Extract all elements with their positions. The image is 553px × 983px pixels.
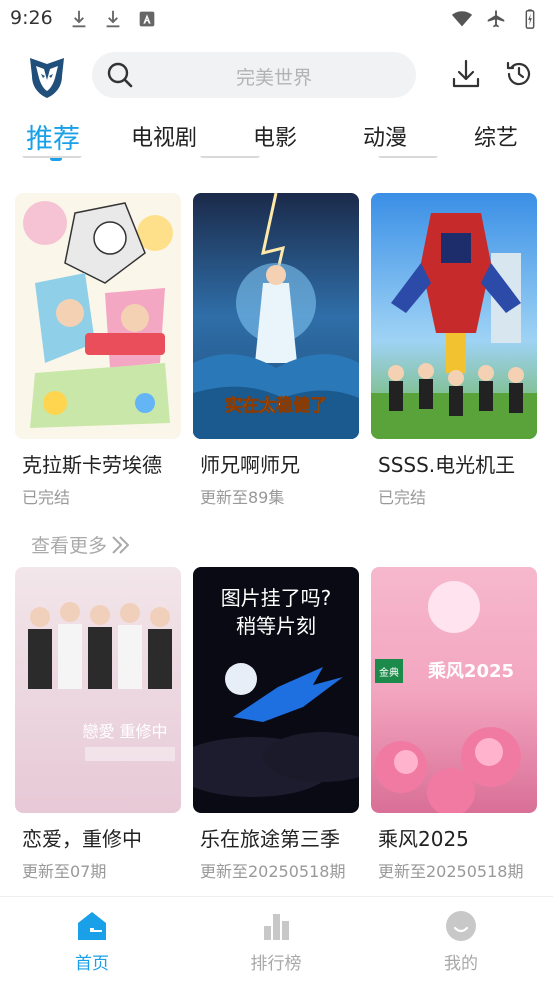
battery-icon <box>525 9 535 29</box>
card-title: 恋爱，重修中 <box>22 827 142 851</box>
tab-tv-series[interactable]: 电视剧 <box>131 120 197 152</box>
poster-image: 实在太稳健了 <box>193 193 359 439</box>
smile-icon <box>446 911 476 941</box>
card-title: 乐在旅途第三季 <box>200 827 340 851</box>
double-chevron-right-icon <box>112 535 130 554</box>
download-icon <box>72 10 86 28</box>
status-system-icons <box>451 8 541 30</box>
see-more-link[interactable]: 查看更多 <box>31 531 131 558</box>
category-tabs: 推荐 电视剧 电影 动漫 综艺 <box>0 112 553 162</box>
card-title: 克拉斯卡劳埃德 <box>22 453 162 477</box>
card-status: 已完结 <box>378 488 427 507</box>
home-icon <box>78 912 106 940</box>
status-time: 9:26 <box>10 7 53 29</box>
status-bar: 9:26 <box>0 0 553 38</box>
poster-image <box>15 193 181 439</box>
poster-image: 戀愛 重修中 <box>15 567 181 813</box>
nav-profile[interactable]: 我的 <box>411 909 511 974</box>
poster-title-text: 戀愛 重修中 <box>82 722 167 741</box>
airplane-icon <box>487 10 505 28</box>
tab-movies[interactable]: 电影 <box>253 120 297 152</box>
wolf-logo-icon[interactable] <box>22 52 72 102</box>
channel-badge-text: 金典 <box>379 666 399 679</box>
see-more-label: 查看更多 <box>31 535 108 557</box>
poster-loading-text: 稍等片刻 <box>236 614 316 638</box>
download-icon <box>106 10 120 28</box>
poster-image: 图片挂了吗? 稍等片刻 <box>193 567 359 813</box>
nav-label: 我的 <box>444 954 478 974</box>
card-status: 更新至20250518期 <box>378 862 524 881</box>
video-card[interactable]: 金典 乘风2025 乘风2025 更新至20250518期 <box>371 567 537 882</box>
search-bar[interactable]: 完美世界 <box>92 52 416 98</box>
nav-ranking[interactable]: 排行榜 <box>226 909 326 974</box>
bar-chart-icon <box>264 914 289 940</box>
app-header: 完美世界 <box>0 42 553 112</box>
card-title: 乘风2025 <box>378 827 469 851</box>
poster-image: 金典 乘风2025 <box>371 567 537 813</box>
video-card[interactable]: SSSS.电光机王 已完结 <box>371 193 537 508</box>
search-placeholder: 完美世界 <box>235 67 312 89</box>
history-icon[interactable] <box>504 59 534 89</box>
scrolled-content-edge <box>0 156 553 162</box>
tab-recommend[interactable]: 推荐 <box>26 117 80 156</box>
card-status: 更新至89集 <box>200 488 285 507</box>
card-status: 已完结 <box>22 488 71 507</box>
poster-image <box>371 193 537 439</box>
video-card[interactable]: 实在太稳健了 师兄啊师兄 更新至89集 <box>193 193 359 508</box>
card-status: 更新至20250518期 <box>200 862 346 881</box>
card-status: 更新至07期 <box>22 862 107 881</box>
nav-home[interactable]: 首页 <box>42 909 142 974</box>
poster-loading-text: 图片挂了吗? <box>221 586 332 610</box>
bottom-nav: 首页 排行榜 我的 <box>0 896 553 983</box>
wifi-icon <box>451 11 473 27</box>
status-notification-icons <box>68 8 158 30</box>
poster-title-text: 乘风2025 <box>427 661 514 682</box>
nav-label: 排行榜 <box>250 954 302 974</box>
card-title: 师兄啊师兄 <box>200 453 300 477</box>
video-card[interactable]: 图片挂了吗? 稍等片刻 乐在旅途第三季 更新至20250518期 <box>193 567 359 882</box>
video-card[interactable]: 戀愛 重修中 恋爱，重修中 更新至07期 <box>15 567 181 882</box>
tab-anime[interactable]: 动漫 <box>363 120 407 152</box>
download-icon[interactable] <box>451 58 481 90</box>
nav-label: 首页 <box>75 954 109 974</box>
video-card[interactable]: 克拉斯卡劳埃德 已完结 <box>15 193 181 508</box>
card-title: SSSS.电光机王 <box>378 453 516 477</box>
poster-title-text: 实在太稳健了 <box>225 395 327 416</box>
font-a-icon <box>139 11 155 27</box>
tab-variety[interactable]: 综艺 <box>474 120 518 152</box>
